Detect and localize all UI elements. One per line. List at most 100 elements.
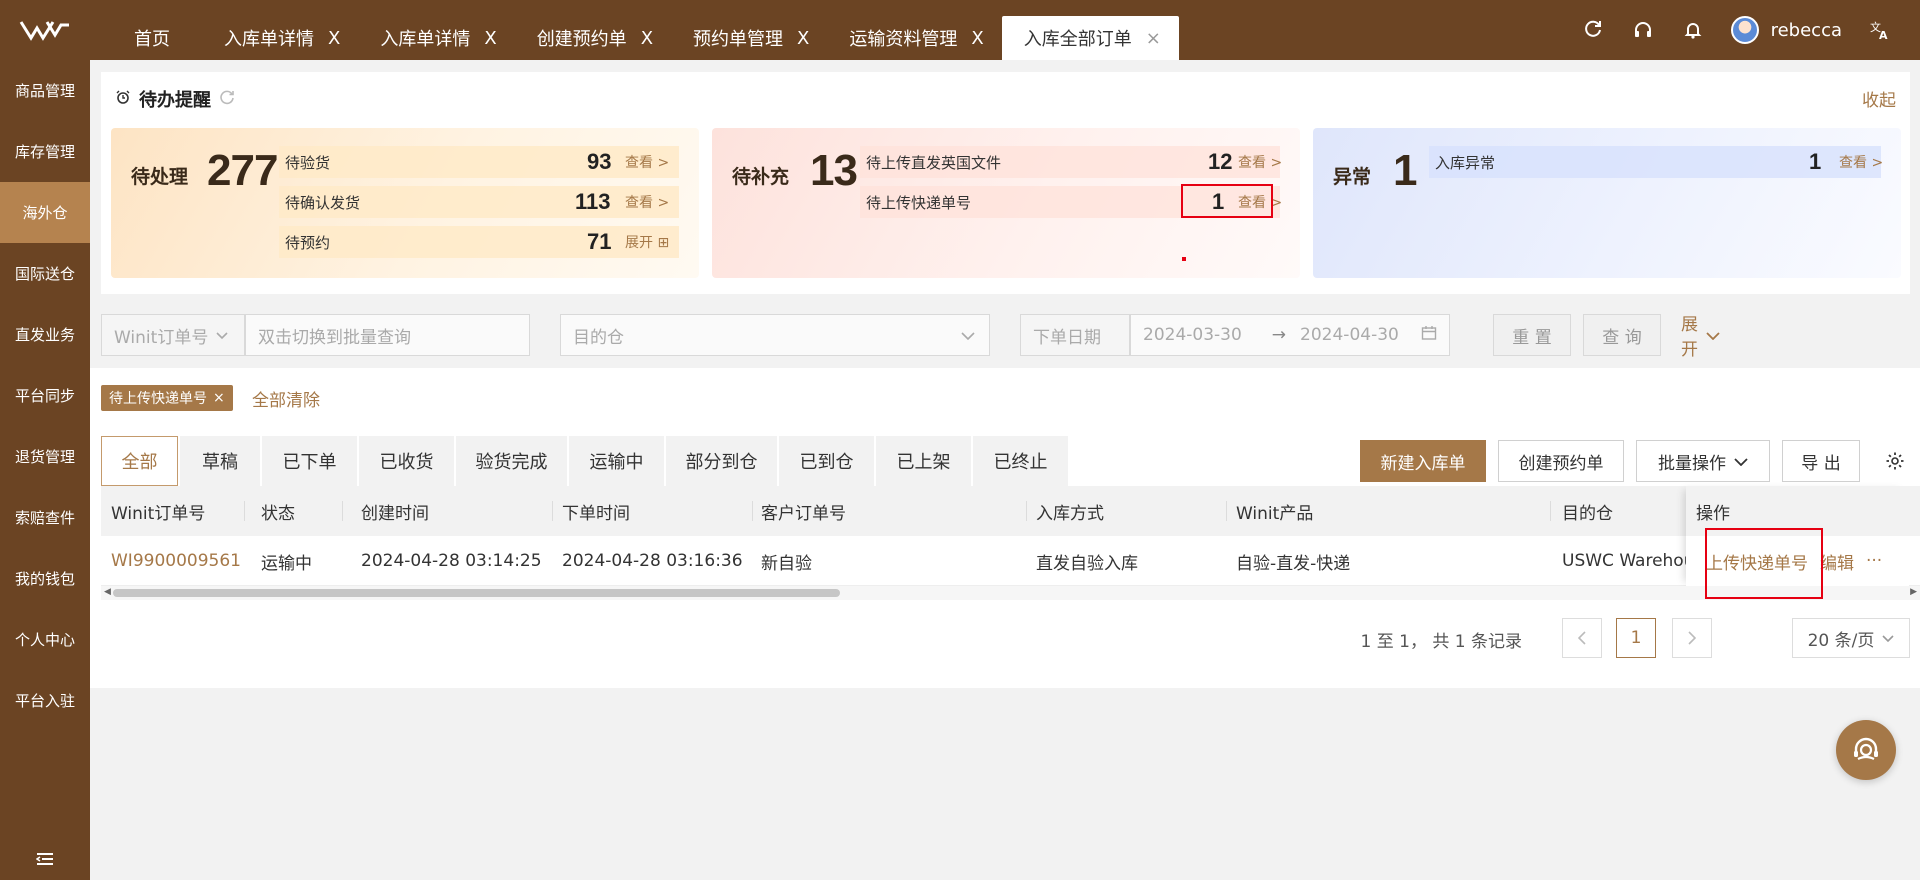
menu-collapse-icon[interactable] [0, 852, 90, 866]
tab-arrived[interactable]: 已到仓 [779, 436, 874, 486]
col-inbound-method: 入库方式 [1036, 503, 1104, 524]
page-number[interactable]: 1 [1616, 618, 1656, 658]
active-filters-row: 待上传快递单号 × 全部清除 [90, 368, 1920, 428]
clear-all-link[interactable]: 全部清除 [252, 385, 320, 411]
order-no-link[interactable]: WI9900009561 [111, 536, 241, 586]
winit-logo-icon[interactable] [0, 0, 90, 60]
close-icon[interactable]: X [328, 28, 340, 49]
edit-link[interactable]: 编辑 [1820, 549, 1854, 574]
view-link[interactable]: 查看 > [625, 152, 669, 172]
sidebar-item-products[interactable]: 商品管理 [0, 60, 90, 121]
col-divider [1026, 501, 1027, 521]
export-button[interactable]: 导 出 [1782, 440, 1860, 482]
tab-received[interactable]: 已收货 [359, 436, 454, 486]
date-range-picker[interactable]: 2024-03-30 → 2024-04-30 [1130, 314, 1450, 356]
tab-in-transit[interactable]: 运输中 [569, 436, 664, 486]
page-size-select[interactable]: 20 条/页 [1792, 618, 1910, 658]
batch-operations-button[interactable]: 批量操作 [1636, 440, 1770, 482]
close-icon[interactable]: X [641, 28, 653, 49]
todo-row: 待验货 93 查看 > [279, 146, 679, 178]
order-type-select[interactable]: Winit订单号 [101, 314, 245, 356]
chevron-down-icon [961, 325, 975, 345]
view-link[interactable]: 查看 > [625, 192, 669, 212]
bell-icon[interactable] [1681, 18, 1705, 42]
query-button[interactable]: 查 询 [1583, 314, 1661, 356]
scroll-left-icon[interactable]: ◀ [104, 587, 111, 597]
sidebar-item-claims[interactable]: 索赔查件 [0, 487, 90, 548]
scroll-right-icon[interactable]: ▶ [1910, 587, 1917, 597]
tab-label: 运输资料管理 [849, 29, 958, 50]
chevron-down-icon [1734, 451, 1748, 471]
row-count: 1 [1212, 189, 1225, 214]
sidebar-item-overseas-warehouse[interactable]: 海外仓 [0, 182, 90, 243]
prev-page-icon[interactable] [1562, 618, 1602, 658]
sidebar-item-platform-sync[interactable]: 平台同步 [0, 365, 90, 426]
to-supplement-card: 待补充 13 待上传直发英国文件 12 查看 > 待上传快递单号 1 查看 > [712, 128, 1300, 278]
tab-inbound-detail-1[interactable]: 入库单详情 X [202, 16, 358, 60]
user-menu[interactable]: rebecca [1730, 16, 1842, 44]
refresh-icon[interactable] [1581, 18, 1605, 42]
inbound-method-cell: 直发自验入库 [1036, 553, 1138, 574]
close-icon[interactable]: × [1146, 28, 1161, 49]
tab-draft[interactable]: 草稿 [180, 436, 260, 486]
card-total: 13 [810, 146, 858, 195]
col-order-no: Winit订单号 [111, 503, 206, 524]
tab-create-booking[interactable]: 创建预约单 X [515, 16, 671, 60]
collapse-link[interactable]: 收起 [1862, 86, 1896, 111]
view-link[interactable]: 查看 > [1238, 192, 1282, 212]
gear-icon[interactable] [1880, 440, 1910, 482]
card-total: 1 [1393, 146, 1418, 195]
todo-row: 待上传直发英国文件 12 查看 > [860, 146, 1282, 178]
tab-partial-arrival[interactable]: 部分到仓 [666, 436, 777, 486]
row-count: 12 [1208, 149, 1233, 174]
tab-terminated[interactable]: 已终止 [973, 436, 1068, 486]
translate-icon[interactable]: 文A [1868, 18, 1892, 42]
date-type-label: 下单日期 [1020, 314, 1130, 356]
view-link[interactable]: 查看 > [1238, 152, 1282, 172]
tab-all-inbound-orders[interactable]: 入库全部订单 × [1001, 16, 1179, 60]
new-inbound-button[interactable]: 新建入库单 [1360, 440, 1486, 482]
tab-booking-management[interactable]: 预约单管理 X [671, 16, 827, 60]
close-icon[interactable]: X [971, 28, 983, 49]
sidebar-item-returns[interactable]: 退货管理 [0, 426, 90, 487]
warehouse-select[interactable]: 目的仓 [560, 314, 990, 356]
expand-link[interactable]: 展开 ⊞ [625, 232, 669, 252]
close-icon[interactable]: × [213, 390, 225, 406]
table-row[interactable]: WI9900009561 运输中 2024-04-28 03:14:25 202… [101, 536, 1920, 586]
tab-inspected[interactable]: 验货完成 [456, 436, 567, 486]
tab-shelved[interactable]: 已上架 [876, 436, 971, 486]
row-label: 待上传快递单号 [866, 193, 972, 212]
refresh-icon[interactable] [219, 89, 235, 110]
tab-transport-docs[interactable]: 运输资料管理 X [827, 16, 1001, 60]
date-end: 2024-04-30 [1300, 325, 1399, 345]
headset-icon[interactable] [1631, 18, 1655, 42]
expand-filters-link[interactable]: 展开 [1681, 314, 1720, 360]
col-operation: 操作 [1686, 486, 1909, 536]
sidebar-item-inventory[interactable]: 库存管理 [0, 121, 90, 182]
sidebar-item-profile[interactable]: 个人中心 [0, 609, 90, 670]
horizontal-scrollbar[interactable]: ◀ ▶ [101, 586, 1920, 600]
card-label: 待补充 [732, 166, 790, 188]
more-icon[interactable]: ··· [1866, 551, 1882, 571]
batch-search-input[interactable]: 双击切换到批量查询 [245, 314, 530, 356]
create-booking-button[interactable]: 创建预约单 [1498, 440, 1624, 482]
tab-inbound-detail-2[interactable]: 入库单详情 X [358, 16, 514, 60]
sidebar-item-platform-onboarding[interactable]: 平台入驻 [0, 670, 90, 731]
tab-home[interactable]: 首页 [110, 16, 202, 60]
tab-all[interactable]: 全部 [101, 436, 178, 486]
todo-row: 入库异常 1 查看 > [1429, 146, 1883, 178]
sidebar-item-international[interactable]: 国际送仓 [0, 243, 90, 304]
close-icon[interactable]: X [797, 28, 809, 49]
upload-tracking-link[interactable]: 上传快递单号 [1706, 549, 1808, 574]
tab-label: 首页 [134, 29, 170, 50]
next-page-icon[interactable] [1672, 618, 1712, 658]
scroll-thumb[interactable] [113, 589, 840, 597]
customer-service-icon[interactable] [1836, 720, 1896, 780]
view-link[interactable]: 查看 > [1839, 152, 1883, 172]
product-cell: 自验-直发-快递 [1236, 553, 1351, 574]
tab-ordered[interactable]: 已下单 [262, 436, 357, 486]
close-icon[interactable]: X [484, 28, 496, 49]
reset-button[interactable]: 重 置 [1493, 314, 1571, 356]
sidebar-item-direct-shipping[interactable]: 直发业务 [0, 304, 90, 365]
sidebar-item-wallet[interactable]: 我的钱包 [0, 548, 90, 609]
